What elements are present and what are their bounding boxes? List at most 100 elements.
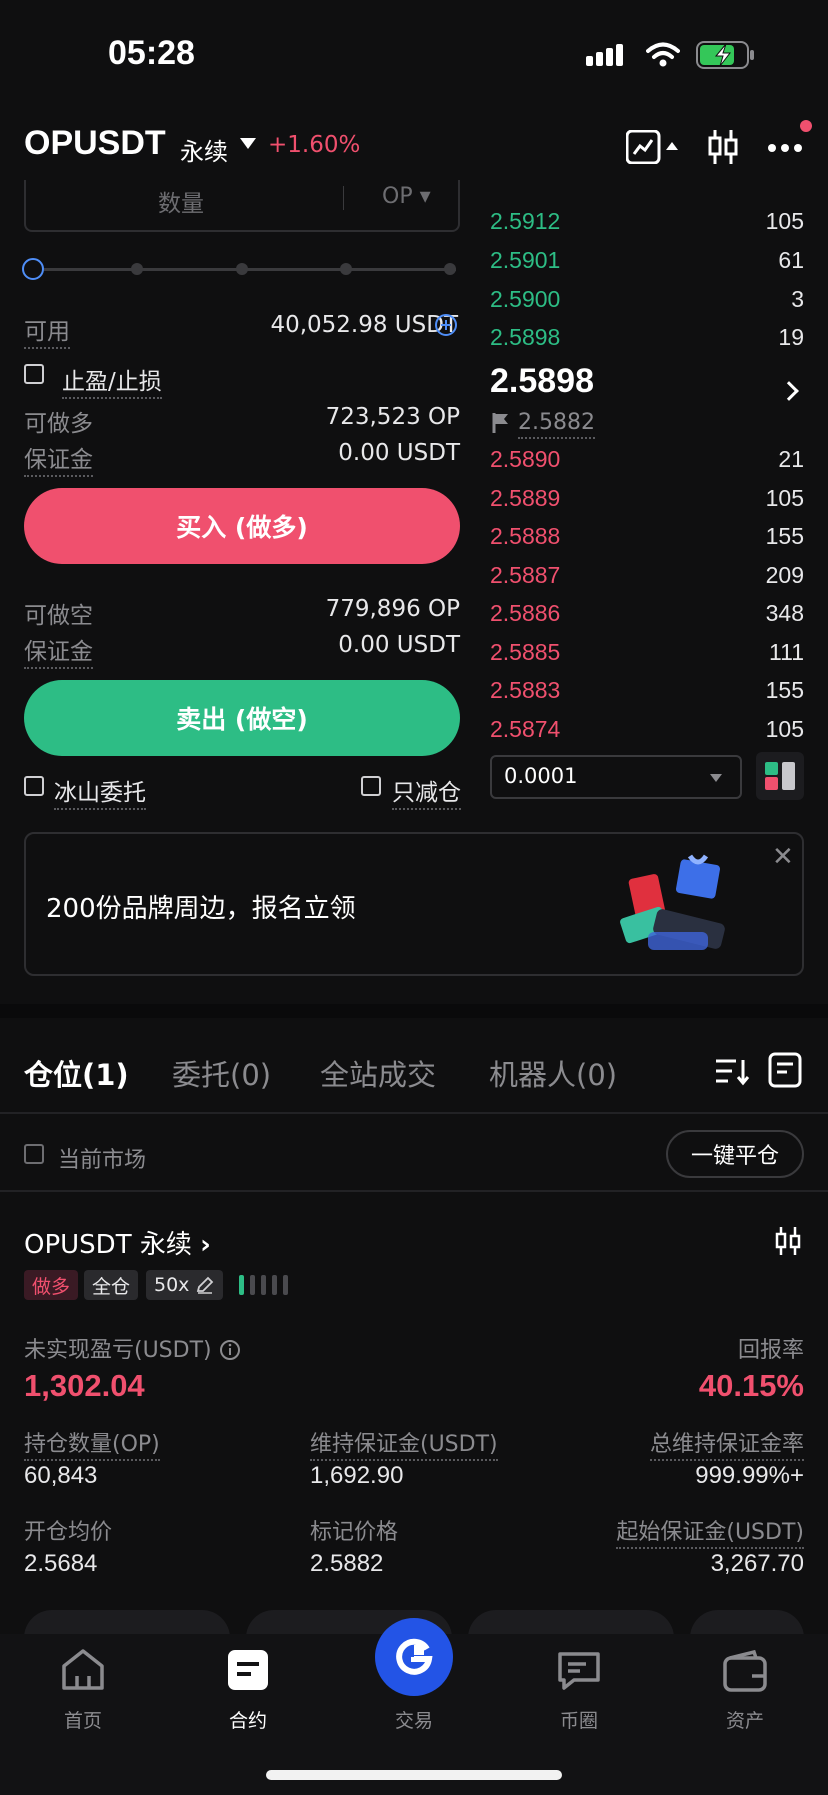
divider [0,1112,828,1114]
mark-price: 2.5882 [518,410,595,439]
contract-type[interactable]: 永续 [180,132,228,167]
bid-price[interactable]: 2.5890 [490,446,560,473]
long-margin-value: 0.00 USDT [338,440,460,466]
bid-price[interactable]: 2.5883 [490,677,560,704]
side-tag: 做多 [24,1270,79,1300]
leverage-tag[interactable]: 50x [146,1270,224,1300]
ask-price[interactable]: 2.5901 [490,247,560,274]
nav-community[interactable]: 币圈 [529,1706,629,1733]
edit-icon [197,1276,214,1294]
entry-price-value: 2.5684 [24,1550,98,1577]
position-size-label: 持仓数量(OP) [24,1426,160,1461]
bid-price[interactable]: 2.5874 [490,716,560,743]
tab-bots[interactable]: 机器人(0) [489,1052,617,1094]
bid-price[interactable]: 2.5885 [490,639,560,666]
tab-orders[interactable]: 委托(0) [172,1052,271,1094]
position-symbol[interactable]: OPUSDT 永续 › [24,1224,211,1261]
slider-step-50[interactable] [236,263,248,275]
more-icon[interactable] [766,140,806,159]
maint-rate-label: 总维持保证金率 [649,1426,804,1461]
bid-qty: 105 [765,485,804,511]
flag-icon [492,412,510,438]
roe-value: 40.15% [698,1368,804,1403]
reduce-only-label[interactable]: 只减仓 [392,773,461,810]
candlestick-icon[interactable] [774,1226,802,1260]
margin-mode-tag: 全仓 [84,1270,139,1300]
ask-qty: 61 [778,247,804,273]
nav-home[interactable]: 首页 [33,1706,133,1733]
promo-text[interactable]: 200份品牌周边，报名立领 [46,888,356,925]
bid-price[interactable]: 2.5888 [490,523,560,550]
chevron-down-icon [710,774,722,782]
position-size-value: 60,843 [24,1462,98,1489]
bid-qty: 348 [765,600,804,626]
orderbook-layout-button[interactable] [756,752,804,800]
candlestick-icon[interactable] [706,128,740,170]
iceberg-checkbox[interactable] [24,776,44,796]
slider-step-75[interactable] [340,263,352,275]
long-max-value: 723,523 OP [325,404,460,430]
trade-icon [396,1638,433,1675]
buy-long-button[interactable]: 买入 (做多) [24,488,460,564]
slider-step-100[interactable] [444,263,456,275]
wifi-icon [646,42,680,72]
ask-qty: 105 [765,208,804,234]
roe-label: 回报率 [737,1338,804,1363]
sell-short-button[interactable]: 卖出 (做空) [24,680,460,756]
long-margin-label: 保证金 [24,440,93,477]
layout-icon [765,762,795,790]
chevron-down-icon[interactable] [240,138,256,149]
wallet-icon[interactable] [722,1649,768,1696]
chart-icon[interactable] [625,129,680,168]
status-time: 05:28 [108,34,195,72]
available-value: 40,052.98 USDT [270,312,458,338]
nav-contract[interactable]: 合约 [198,1706,298,1733]
notification-dot [800,120,812,132]
tpsl-checkbox[interactable] [24,364,44,384]
mark-price-label: 标记价格 [310,1520,399,1545]
reduce-only-checkbox[interactable] [361,776,381,796]
community-icon[interactable] [556,1650,602,1696]
close-all-button[interactable]: 一键平仓 [666,1130,804,1178]
sort-icon[interactable] [714,1056,750,1090]
bid-qty: 21 [778,446,804,472]
current-market-checkbox[interactable] [24,1144,44,1164]
document-icon[interactable] [768,1052,802,1092]
contract-icon[interactable] [226,1648,270,1696]
bid-price[interactable]: 2.5886 [490,600,560,627]
add-funds-icon[interactable] [434,313,458,341]
bid-qty: 155 [765,677,804,703]
tpsl-label[interactable]: 止盈/止损 [62,362,162,399]
nav-assets[interactable]: 资产 [695,1706,795,1733]
adl-indicator-icon [238,1274,294,1300]
slider-track[interactable] [44,268,456,271]
quantity-unit-select[interactable]: OP ▾ [382,184,431,209]
tab-positions[interactable]: 仓位(1) [24,1052,129,1094]
home-icon[interactable] [60,1648,106,1696]
current-market-label[interactable]: 当前市场 [58,1142,146,1174]
precision-value: 0.0001 [504,764,578,788]
iceberg-label[interactable]: 冰山委托 [54,773,146,810]
unrealized-pnl-label: 未实现盈亏(USDT) [24,1332,241,1364]
bid-price[interactable]: 2.5887 [490,562,560,589]
maint-rate-value: 999.99%+ [695,1462,804,1489]
last-price[interactable]: 2.5898 [490,362,594,401]
trade-button[interactable] [375,1618,453,1696]
gift-illustration-icon [618,852,742,960]
ask-price[interactable]: 2.5898 [490,324,560,351]
tab-market-trades[interactable]: 全站成交 [320,1052,436,1094]
chevron-right-icon[interactable] [779,381,799,401]
slider-step-25[interactable] [131,263,143,275]
short-max-label: 可做空 [24,603,93,629]
nav-trade[interactable]: 交易 [364,1706,464,1733]
price-change: +1.60% [268,132,361,158]
symbol-title[interactable]: OPUSDT [24,124,166,163]
ask-price[interactable]: 2.5900 [490,286,560,313]
slider-handle[interactable] [22,258,44,280]
bid-price[interactable]: 2.5889 [490,485,560,512]
ask-price[interactable]: 2.5912 [490,208,560,235]
long-max-label: 可做多 [24,411,93,437]
close-icon[interactable]: ✕ [772,842,794,872]
bid-qty: 209 [765,562,804,588]
section-divider [0,1004,828,1018]
